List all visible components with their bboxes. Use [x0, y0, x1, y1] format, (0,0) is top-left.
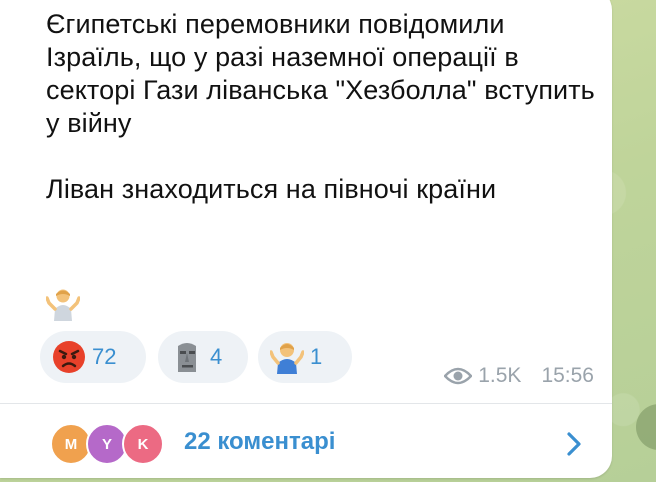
eye-icon: [444, 367, 473, 385]
message-paragraph-2: Ліван знаходиться на півночі країни: [46, 174, 497, 204]
reaction-count: 4: [210, 344, 223, 369]
view-count: 1.5K: [478, 364, 522, 387]
moai-emoji: [178, 343, 196, 372]
chevron-right-icon[interactable]: [564, 430, 584, 458]
person-shrugging-emoji: [270, 343, 304, 374]
message-paragraph-1: Єгипетські перемовники повідомили Ізраїл…: [46, 9, 595, 138]
share-button[interactable]: [636, 404, 656, 450]
reaction-count: 72: [92, 344, 117, 369]
reaction-moai[interactable]: 4: [158, 331, 248, 383]
person-shrugging-emoji: [46, 289, 80, 321]
comments-count-label[interactable]: 22 коментарі: [184, 428, 335, 456]
reaction-count: 1: [310, 344, 323, 369]
reaction-shrug[interactable]: 1: [258, 331, 352, 383]
angry-face-emoji: [53, 341, 85, 373]
message-meta: 1.5K 15:56: [444, 364, 594, 388]
comments-row[interactable]: M Y K 22 коментарі: [0, 404, 612, 482]
message-text: Єгипетські перемовники повідомили Ізраїл…: [46, 8, 596, 206]
message-time: 15:56: [541, 364, 594, 387]
avatar: K: [122, 423, 164, 465]
reaction-angry[interactable]: 72: [40, 331, 146, 383]
